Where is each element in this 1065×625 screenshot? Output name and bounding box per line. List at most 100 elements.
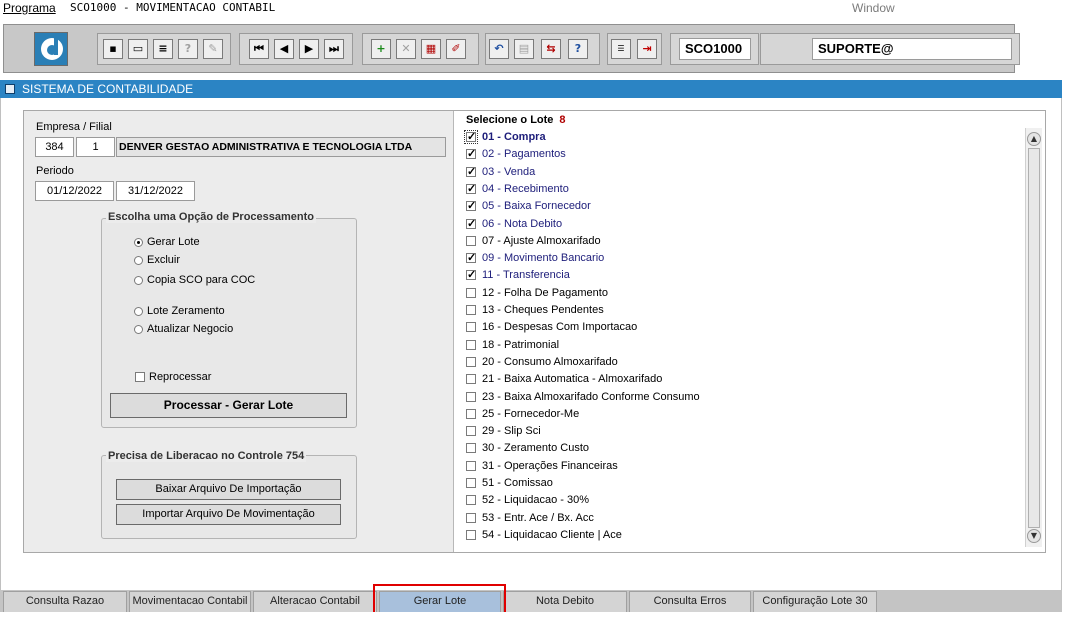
- processar-button[interactable]: Processar - Gerar Lote: [110, 393, 347, 418]
- delete-icon[interactable]: ✕: [396, 39, 416, 59]
- checkbox-icon[interactable]: [466, 512, 476, 523]
- filial-field[interactable]: 1: [76, 137, 115, 157]
- checked-checkbox-icon[interactable]: ✓: [466, 270, 476, 281]
- clear-icon[interactable]: ▦: [421, 39, 441, 59]
- checkbox-icon[interactable]: [466, 287, 476, 298]
- scroll-up-icon[interactable]: ▲: [1027, 132, 1041, 146]
- lot-row[interactable]: 16 - Despesas Com Importacao: [462, 319, 1022, 336]
- scroll-down-icon[interactable]: ▼: [1027, 529, 1041, 543]
- periodo-inicio-field[interactable]: 01/12/2022: [35, 181, 114, 201]
- add-icon[interactable]: +: [371, 39, 391, 59]
- lot-row[interactable]: ✓ 06 - Nota Debito: [462, 216, 1022, 233]
- empresa-field[interactable]: 384: [35, 137, 74, 157]
- reprocessar-checkbox[interactable]: [135, 372, 145, 382]
- checkbox-icon[interactable]: [466, 356, 476, 367]
- checkbox-icon[interactable]: [466, 374, 476, 385]
- radio-icon: [134, 307, 143, 316]
- checkbox-icon[interactable]: [466, 322, 476, 333]
- menu-programa[interactable]: Programa: [3, 1, 56, 15]
- lot-row[interactable]: 53 - Entr. Ace / Bx. Acc: [462, 510, 1022, 527]
- checkbox-icon[interactable]: [466, 235, 476, 246]
- lot-label: 09 - Movimento Bancario: [482, 252, 605, 265]
- checkbox-icon[interactable]: [466, 478, 476, 488]
- checkbox-icon[interactable]: [466, 460, 476, 471]
- lot-row[interactable]: ✓ 02 - Pagamentos: [462, 146, 1022, 163]
- importar-arquivo-button[interactable]: Importar Arquivo De Movimentação: [116, 504, 341, 525]
- print-icon[interactable]: ≡: [153, 39, 173, 59]
- lot-row[interactable]: ✓ 11 - Transferencia: [462, 267, 1022, 284]
- duplicate-icon[interactable]: ⇆: [541, 39, 561, 59]
- lot-row[interactable]: 29 - Slip Sci: [462, 423, 1022, 440]
- next-record-icon[interactable]: ▶: [299, 39, 319, 59]
- tab-2[interactable]: Alteracao Contabil: [253, 591, 377, 612]
- exit-icon[interactable]: ⇥: [637, 39, 657, 59]
- tab-4[interactable]: Nota Debito: [503, 591, 627, 612]
- paste-icon[interactable]: ▤: [514, 39, 534, 59]
- menu-icon[interactable]: ☰: [611, 39, 631, 59]
- lot-row[interactable]: 30 - Zeramento Custo: [462, 440, 1022, 457]
- checkbox-icon[interactable]: [466, 426, 476, 437]
- checkbox-icon[interactable]: [466, 408, 476, 419]
- window-title-bar: SISTEMA DE CONTABILIDADE: [0, 80, 1062, 98]
- lot-row[interactable]: 20 - Consumo Almoxarifado: [462, 354, 1022, 371]
- lot-row[interactable]: 25 - Fornecedor-Me: [462, 406, 1022, 423]
- checked-checkbox-icon[interactable]: ✓: [466, 201, 476, 212]
- lot-row[interactable]: ✓ 09 - Movimento Bancario: [462, 250, 1022, 267]
- lot-row[interactable]: 31 - Operações Financeiras: [462, 458, 1022, 475]
- tab-5[interactable]: Consulta Erros: [629, 591, 751, 612]
- lot-row[interactable]: ✓ 04 - Recebimento: [462, 181, 1022, 198]
- lot-list-scrollbar[interactable]: ▲ ▼: [1025, 128, 1042, 547]
- checked-checkbox-icon[interactable]: ✓: [466, 183, 476, 194]
- checked-checkbox-icon[interactable]: ✓: [466, 166, 476, 177]
- lot-row[interactable]: 13 - Cheques Pendentes: [462, 302, 1022, 319]
- checkbox-icon[interactable]: [466, 339, 476, 350]
- checked-checkbox-icon[interactable]: ✓: [466, 253, 476, 264]
- eraser-icon[interactable]: ✐: [446, 39, 466, 59]
- checkbox-icon[interactable]: [466, 529, 476, 540]
- checked-checkbox-icon[interactable]: ✓: [466, 149, 476, 160]
- empresa-nome-field: DENVER GESTAO ADMINISTRATIVA E TECNOLOGI…: [116, 137, 446, 157]
- lot-row[interactable]: 07 - Ajuste Almoxarifado: [462, 233, 1022, 250]
- last-record-icon[interactable]: ⏭: [324, 39, 344, 59]
- lot-row[interactable]: ✓ 03 - Venda: [462, 164, 1022, 181]
- tab-0[interactable]: Consulta Razao: [3, 591, 127, 612]
- menu-window[interactable]: Window: [852, 1, 895, 15]
- lot-row[interactable]: 52 - Liquidacao - 30%: [462, 492, 1022, 509]
- periodo-fim-field[interactable]: 31/12/2022: [116, 181, 195, 201]
- checkbox-icon[interactable]: [466, 443, 476, 454]
- scroll-thumb[interactable]: [1028, 148, 1040, 528]
- lot-list-header: Selecione o Lote 8: [466, 114, 566, 126]
- checked-checkbox-icon[interactable]: ✓: [464, 130, 478, 144]
- toolbar-group-tools: ↶ ▤ ⇆ ?: [485, 33, 600, 65]
- lot-row[interactable]: 18 - Patrimonial: [462, 337, 1022, 354]
- checked-checkbox-icon[interactable]: ✓: [466, 218, 476, 229]
- lot-label: 07 - Ajuste Almoxarifado: [482, 234, 601, 247]
- tab-1[interactable]: Movimentacao Contabil: [129, 591, 251, 612]
- lot-row[interactable]: 21 - Baixa Automatica - Almoxarifado: [462, 371, 1022, 388]
- tab-6[interactable]: Configuração Lote 30: [753, 591, 877, 612]
- toolbar-group-exit: ☰ ⇥: [607, 33, 662, 65]
- checkbox-icon[interactable]: [466, 391, 476, 402]
- lot-row[interactable]: 54 - Liquidacao Cliente | Ace: [462, 527, 1022, 544]
- lot-row[interactable]: 23 - Baixa Almoxarifado Conforme Consumo: [462, 389, 1022, 406]
- checkbox-icon[interactable]: [466, 305, 476, 315]
- program-title: SCO1000 - MOVIMENTACAO CONTABIL: [70, 1, 276, 14]
- active-tab-highlight: [373, 584, 506, 615]
- reprocessar-label: Reprocessar: [149, 371, 212, 383]
- first-record-icon[interactable]: ⏮: [249, 39, 269, 59]
- baixar-arquivo-button[interactable]: Baixar Arquivo De Importação: [116, 479, 341, 500]
- lot-row[interactable]: ✓ 01 - Compra: [462, 129, 1022, 146]
- toolbar-group-file: ▪ ▭ ≡ ? ✎: [97, 33, 231, 65]
- lot-row[interactable]: 12 - Folha De Pagamento: [462, 285, 1022, 302]
- help-query-icon[interactable]: ?: [178, 39, 198, 59]
- edit-query-icon[interactable]: ✎: [203, 39, 223, 59]
- save-icon[interactable]: ▪: [103, 39, 123, 59]
- lot-count: 8: [559, 114, 566, 126]
- lot-row[interactable]: ✓ 05 - Baixa Fornecedor: [462, 198, 1022, 215]
- undo-icon[interactable]: ↶: [489, 39, 509, 59]
- prev-record-icon[interactable]: ◀: [274, 39, 294, 59]
- help-icon[interactable]: ?: [568, 39, 588, 59]
- checkbox-icon[interactable]: [466, 495, 476, 506]
- lot-row[interactable]: 51 - Comissao: [462, 475, 1022, 492]
- window-icon[interactable]: ▭: [128, 39, 148, 59]
